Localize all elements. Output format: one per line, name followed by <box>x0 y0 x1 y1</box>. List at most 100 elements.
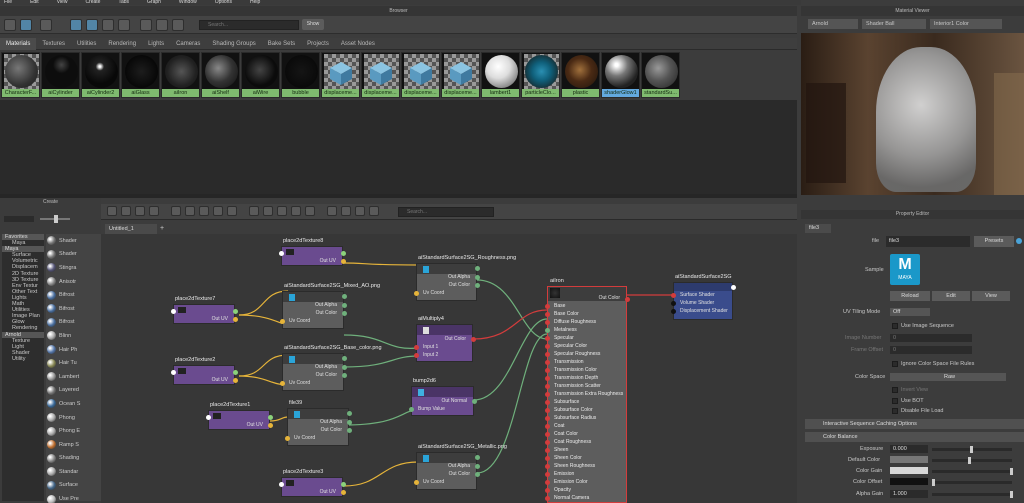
custom-mode-icon[interactable] <box>277 206 287 216</box>
node-input-port[interactable] <box>279 251 284 256</box>
node-input-port[interactable] <box>206 415 211 420</box>
input-port[interactable] <box>671 309 676 314</box>
shader-list-item[interactable]: Lambert <box>46 370 101 384</box>
color-offset-slider[interactable] <box>932 481 1012 484</box>
input-port[interactable] <box>671 293 676 298</box>
input-port[interactable] <box>545 448 550 453</box>
tab-rendering[interactable]: Rendering <box>102 38 142 50</box>
node-output-port[interactable] <box>347 411 352 416</box>
shader-list-item[interactable]: Use Pre <box>46 492 101 503</box>
output-port[interactable] <box>471 337 476 342</box>
ignore-cs-checkbox[interactable] <box>892 361 898 367</box>
tab-bake-sets[interactable]: Bake Sets <box>262 38 301 50</box>
shader-list-item[interactable]: Bifrost <box>46 316 101 330</box>
node-output-port[interactable] <box>342 294 347 299</box>
file-node[interactable]: Out Alpha Out Color Uv Coord <box>280 291 347 329</box>
shader-list-item[interactable]: Hair Tu <box>46 356 101 370</box>
help-icon[interactable] <box>1016 238 1022 244</box>
icon-size-handle[interactable] <box>54 215 58 223</box>
material-thumb[interactable]: displaceme... <box>321 52 360 98</box>
place2d-node[interactable]: Out UV <box>279 246 346 266</box>
uv-input-port[interactable] <box>285 436 290 441</box>
browser-search-input[interactable]: Search... <box>199 20 299 30</box>
input-port[interactable] <box>545 400 550 405</box>
input-port[interactable] <box>414 353 419 358</box>
input-port[interactable] <box>545 472 550 477</box>
input-port[interactable] <box>545 416 550 421</box>
file-name-field[interactable]: file3 <box>886 236 970 247</box>
node-output-port[interactable] <box>342 356 347 361</box>
node-select-port[interactable] <box>341 482 346 487</box>
menu-item[interactable]: Help <box>250 0 260 5</box>
sort-icon[interactable] <box>118 19 130 31</box>
material-thumb[interactable]: aiWire <box>241 52 280 98</box>
material-thumb[interactable]: aiShelf <box>201 52 240 98</box>
view-button[interactable]: View <box>972 291 1010 301</box>
add-tab-button[interactable]: + <box>160 224 168 234</box>
tab-asset-nodes[interactable]: Asset Nodes <box>335 38 381 50</box>
input-port[interactable] <box>545 496 550 501</box>
tab-shading-groups[interactable]: Shading Groups <box>206 38 261 50</box>
shader-list-item[interactable]: Phong E <box>46 424 101 438</box>
create-search-input[interactable] <box>4 216 34 222</box>
exposure-knob[interactable] <box>970 446 973 453</box>
default-color-swatch[interactable] <box>890 456 928 463</box>
exposure-field[interactable]: 0.000 <box>890 445 928 453</box>
uv-input-port[interactable] <box>414 291 419 296</box>
color-offset-knob[interactable] <box>932 479 935 486</box>
material-thumb[interactable]: displaceme... <box>401 52 440 98</box>
list-view-icon[interactable] <box>40 19 52 31</box>
place2d-node[interactable]: Out UV <box>279 477 346 497</box>
place2d-node[interactable]: Out UV <box>171 304 238 324</box>
node-select-port[interactable] <box>341 251 346 256</box>
alpha-gain-slider[interactable] <box>932 493 1012 496</box>
shader-list-item[interactable]: Anisotr <box>46 275 101 289</box>
renderer-select[interactable]: Arnold <box>808 19 858 29</box>
output-port[interactable] <box>475 275 480 280</box>
shader-list-item[interactable]: Shader <box>46 248 101 262</box>
environment-select[interactable]: Interior1 Color <box>930 19 1002 29</box>
alpha-gain-field[interactable]: 1.000 <box>890 490 928 498</box>
file-node[interactable]: Out Alpha Out Color Uv Coord <box>285 408 352 446</box>
place2d-node[interactable]: Out UV <box>171 365 238 385</box>
tab-file3[interactable]: file3 <box>805 224 831 233</box>
material-thumb[interactable]: lambert1 <box>481 52 520 98</box>
material-thumb[interactable]: aiCylinder <box>41 52 80 98</box>
node-select-port[interactable] <box>268 415 273 420</box>
tab-untitled[interactable]: Untitled_1 <box>105 224 157 234</box>
default-color-knob[interactable] <box>968 457 971 464</box>
frame-selected-icon[interactable] <box>121 206 131 216</box>
input-port[interactable] <box>545 304 550 309</box>
utility-view-icon[interactable] <box>102 19 114 31</box>
output-port[interactable] <box>475 283 480 288</box>
presets-button[interactable]: Presets <box>974 236 1014 247</box>
shader-list-item[interactable]: Standar <box>46 465 101 479</box>
shader-list-item[interactable]: Shader <box>46 234 101 248</box>
reload-button[interactable]: Reload <box>890 291 930 301</box>
menu-item[interactable]: Create <box>85 0 100 5</box>
material-thumb[interactable]: aiIron <box>161 52 200 98</box>
shader-list-item[interactable]: Blinn <box>46 329 101 343</box>
shader-list-item[interactable]: Stingra <box>46 261 101 275</box>
input-port[interactable] <box>545 360 550 365</box>
node-output-port[interactable] <box>731 285 736 290</box>
uv-input-port[interactable] <box>280 319 285 324</box>
tree-item[interactable]: Utility <box>2 356 44 362</box>
graph-output-icon[interactable] <box>149 206 159 216</box>
material-thumb[interactable]: bubble <box>281 52 320 98</box>
menu-item[interactable]: Tabs <box>118 0 129 5</box>
tab-textures[interactable]: Textures <box>36 38 71 50</box>
material-view-icon[interactable] <box>70 19 82 31</box>
output-port[interactable] <box>342 365 347 370</box>
use-image-sequence-checkbox[interactable] <box>892 323 898 329</box>
grid-icon[interactable] <box>341 206 351 216</box>
material-thumb[interactable]: displaceme... <box>361 52 400 98</box>
layout-icon[interactable] <box>213 206 223 216</box>
pin-icon[interactable] <box>327 206 337 216</box>
shader-list-item[interactable]: Bifrost <box>46 288 101 302</box>
menu-item[interactable]: Window <box>179 0 197 5</box>
panel-divider[interactable] <box>0 194 797 198</box>
material-thumb[interactable]: shaderGlow1 <box>601 52 640 98</box>
input-port[interactable] <box>545 424 550 429</box>
aiiron-material-node[interactable]: Out Color Base Base Color Diffuse Roughness… <box>545 286 630 503</box>
